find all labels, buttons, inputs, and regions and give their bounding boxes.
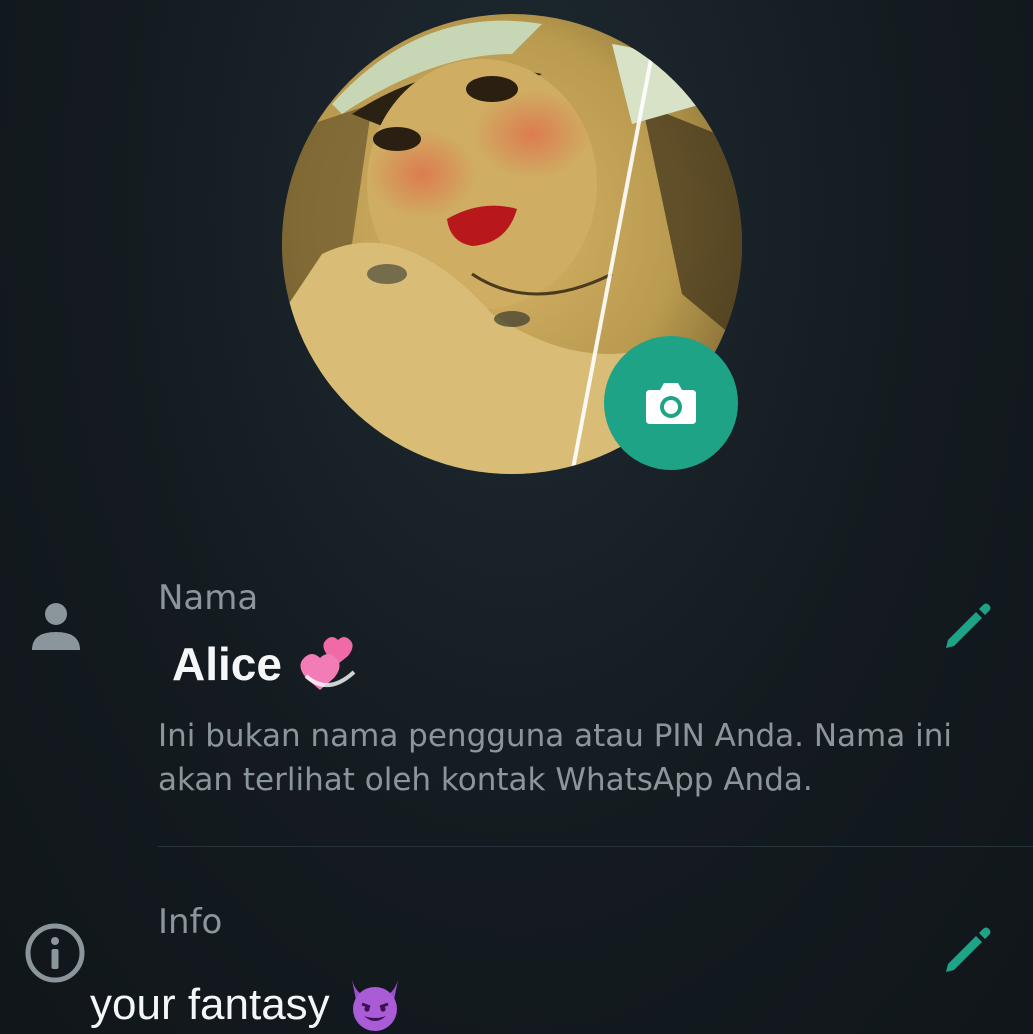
section-divider bbox=[158, 846, 1033, 847]
person-icon bbox=[32, 603, 80, 650]
name-value[interactable]: Alice bbox=[172, 632, 362, 696]
change-photo-button[interactable] bbox=[604, 336, 738, 470]
revolving-hearts-emoji bbox=[300, 637, 356, 690]
name-hint-text: Ini bukan nama pengguna atau PIN Anda. N… bbox=[158, 718, 952, 798]
edit-name-pencil-icon[interactable] bbox=[942, 600, 994, 652]
info-label: Info bbox=[158, 902, 223, 942]
name-label: Nama bbox=[158, 578, 259, 618]
edit-info-pencil-icon[interactable] bbox=[942, 924, 994, 976]
info-text: your fantasy bbox=[90, 980, 330, 1029]
name-text: Alice bbox=[172, 638, 282, 690]
info-icon bbox=[25, 923, 85, 983]
camera-icon bbox=[646, 383, 696, 424]
smiling-devil-emoji bbox=[351, 980, 398, 1031]
info-value[interactable]: your fantasy bbox=[90, 976, 404, 1034]
